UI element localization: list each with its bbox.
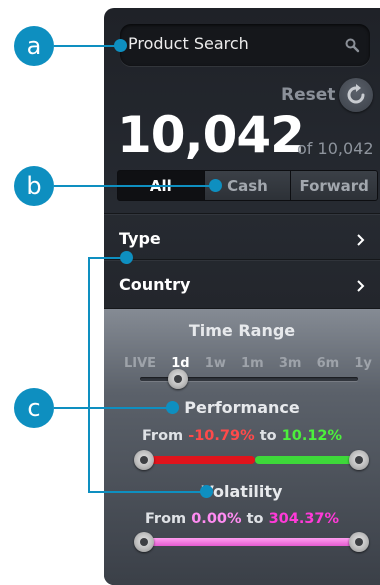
reset-button[interactable] <box>339 78 373 112</box>
performance-positive-bar <box>255 456 358 464</box>
callout-c-spine <box>88 257 90 493</box>
range-option-1w[interactable]: 1w <box>205 356 226 371</box>
performance-max-value: 10.12% <box>281 428 343 444</box>
performance-max-handle[interactable] <box>349 450 369 470</box>
volatility-bar <box>142 538 358 546</box>
callout-c-dot-bottom <box>200 485 213 498</box>
callout-a-dot <box>114 39 127 52</box>
volatility-max-value: 304.37% <box>268 511 340 527</box>
callout-c-dot-middle <box>166 401 179 414</box>
range-option-live[interactable]: LIVE <box>124 356 156 371</box>
callout-c-branch-middle <box>88 407 172 409</box>
country-label: Country <box>119 275 191 294</box>
range-option-1y[interactable]: 1y <box>354 356 372 371</box>
country-row[interactable]: Country <box>104 259 380 313</box>
refresh-icon <box>347 84 365 104</box>
volatility-min-value: 0.00% <box>191 511 242 527</box>
search-field[interactable]: Product Search <box>120 24 370 66</box>
volatility-max-handle[interactable] <box>349 532 369 552</box>
segment-forward[interactable]: Forward <box>290 171 377 200</box>
result-count: 10,042 <box>117 106 305 164</box>
type-label: Type <box>119 229 161 248</box>
range-option-1m[interactable]: 1m <box>241 356 264 371</box>
callout-b-line <box>54 185 214 187</box>
filters-section: Time Range LIVE 1d 1w 1m 3m 6m 1y Perfor… <box>104 308 380 585</box>
range-option-6m[interactable]: 6m <box>317 356 340 371</box>
callout-c-branch-bottom <box>88 491 206 493</box>
performance-min-handle[interactable] <box>134 450 154 470</box>
callout-b-dot <box>209 179 222 192</box>
callout-c-badge: c <box>14 388 54 428</box>
performance-to-word: to <box>259 428 277 444</box>
performance-range-text: From -10.79% to 10.12% <box>104 428 380 444</box>
callout-b-badge: b <box>14 166 54 206</box>
range-option-3m[interactable]: 3m <box>279 356 302 371</box>
performance-negative-bar <box>142 456 255 464</box>
volatility-range-text: From 0.00% to 304.37% <box>104 511 380 527</box>
chevron-right-icon <box>357 234 365 246</box>
volatility-to-word: to <box>246 511 264 527</box>
result-total: of 10,042 <box>297 139 374 158</box>
performance-min-value: -10.79% <box>188 428 255 444</box>
callout-c-dot-top <box>120 251 133 264</box>
time-range-options: LIVE 1d 1w 1m 3m 6m 1y <box>124 356 372 371</box>
performance-from-word: From <box>141 428 184 444</box>
search-icon[interactable] <box>344 37 360 53</box>
volatility-from-word: From <box>144 511 187 527</box>
product-filter-panel: Product Search Reset 10,042 of 10,042 Al… <box>104 8 380 585</box>
volatility-min-handle[interactable] <box>134 532 154 552</box>
reset-label[interactable]: Reset <box>281 85 335 105</box>
time-range-handle[interactable] <box>168 369 188 389</box>
time-range-title: Time Range <box>188 321 296 340</box>
callout-c-line <box>54 407 88 409</box>
callout-a-line <box>54 45 120 47</box>
search-input[interactable]: Product Search <box>128 34 249 53</box>
chevron-right-icon <box>357 280 365 292</box>
callout-a-badge: a <box>14 26 54 66</box>
